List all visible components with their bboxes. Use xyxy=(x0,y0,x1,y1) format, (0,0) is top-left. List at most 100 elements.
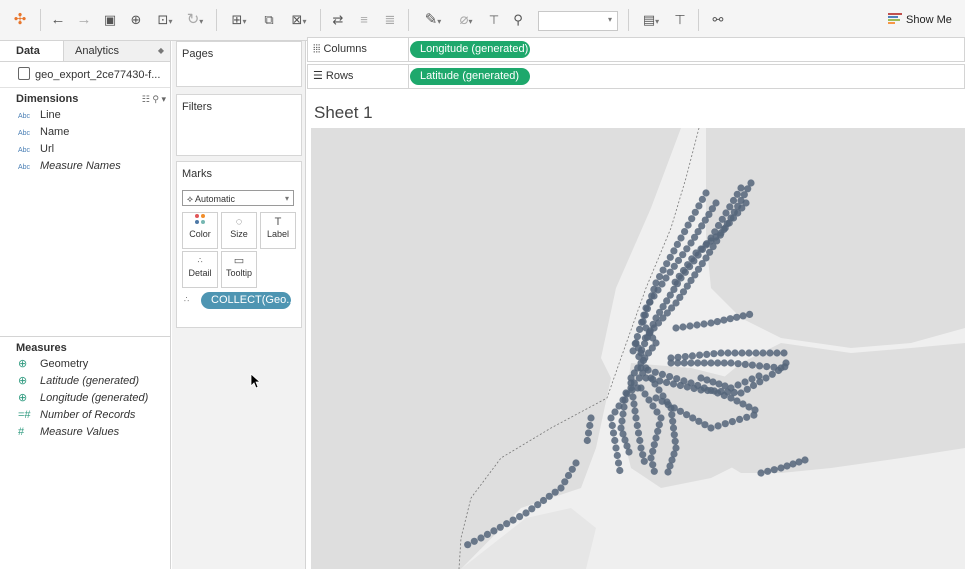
station-mark[interactable] xyxy=(749,381,758,390)
station-mark[interactable] xyxy=(631,407,639,415)
station-mark[interactable] xyxy=(674,359,682,367)
station-mark[interactable] xyxy=(641,390,649,398)
station-mark[interactable] xyxy=(618,417,626,425)
station-mark[interactable] xyxy=(641,311,649,319)
station-mark[interactable] xyxy=(666,268,674,276)
station-mark[interactable] xyxy=(647,454,655,462)
station-mark[interactable] xyxy=(464,541,472,549)
station-mark[interactable] xyxy=(683,245,691,253)
station-mark[interactable] xyxy=(657,414,665,422)
station-mark[interactable] xyxy=(639,356,648,365)
station-mark[interactable] xyxy=(762,374,770,382)
station-mark[interactable] xyxy=(713,318,721,326)
station-mark[interactable] xyxy=(714,359,722,367)
station-mark[interactable] xyxy=(681,353,689,361)
measure-field-number-of-records[interactable]: =# Number of Records xyxy=(0,407,170,424)
station-mark[interactable] xyxy=(650,441,658,449)
station-mark[interactable] xyxy=(737,389,745,397)
station-mark[interactable] xyxy=(612,444,620,452)
station-mark[interactable] xyxy=(704,386,712,395)
station-mark[interactable] xyxy=(695,202,703,210)
station-mark[interactable] xyxy=(768,370,776,378)
station-mark[interactable] xyxy=(647,374,655,382)
station-mark[interactable] xyxy=(669,417,677,425)
station-mark[interactable] xyxy=(676,407,684,415)
station-mark[interactable] xyxy=(614,459,623,467)
station-mark[interactable] xyxy=(707,319,715,327)
station-mark[interactable] xyxy=(687,359,695,367)
station-mark[interactable] xyxy=(539,496,548,505)
station-mark[interactable] xyxy=(652,394,660,402)
station-mark[interactable] xyxy=(670,431,678,439)
station-mark[interactable] xyxy=(683,383,691,391)
collect-geometry-pill[interactable]: COLLECT(Geo.. xyxy=(201,292,291,309)
station-mark[interactable] xyxy=(729,196,738,205)
station-mark[interactable] xyxy=(679,266,688,275)
station-mark[interactable] xyxy=(583,436,591,445)
station-mark[interactable] xyxy=(649,461,657,469)
station-mark[interactable] xyxy=(689,414,697,422)
station-mark[interactable] xyxy=(651,380,659,388)
station-mark[interactable] xyxy=(568,465,576,473)
station-mark[interactable] xyxy=(780,349,788,357)
station-mark[interactable] xyxy=(764,467,772,475)
station-mark[interactable] xyxy=(737,184,745,192)
map-view[interactable] xyxy=(311,128,965,569)
dimension-field-url[interactable]: Abc Url xyxy=(0,141,170,158)
station-mark[interactable] xyxy=(720,359,728,367)
station-mark[interactable] xyxy=(707,359,715,367)
dimension-field-line[interactable]: Abc Line xyxy=(0,107,170,124)
chevron-down-icon[interactable]: ▾ xyxy=(161,94,166,104)
station-mark[interactable] xyxy=(756,362,764,370)
station-mark[interactable] xyxy=(688,352,696,360)
station-mark[interactable] xyxy=(736,415,744,423)
share-icon[interactable]: ⚯ xyxy=(708,9,728,31)
filters-card[interactable]: Filters xyxy=(176,94,302,156)
group-icon[interactable]: ⌀▾ xyxy=(452,9,480,31)
station-mark[interactable] xyxy=(686,322,694,330)
station-mark[interactable] xyxy=(516,513,524,521)
station-mark[interactable] xyxy=(659,266,667,274)
station-mark[interactable] xyxy=(643,305,651,313)
station-mark[interactable] xyxy=(664,468,672,476)
station-mark[interactable] xyxy=(720,316,728,324)
station-mark[interactable] xyxy=(714,422,722,430)
mark-type-select[interactable]: ⟡ Automatic ▾ xyxy=(182,190,294,206)
station-mark[interactable] xyxy=(630,400,638,408)
station-mark[interactable] xyxy=(688,215,696,223)
station-mark[interactable] xyxy=(483,530,491,538)
station-mark[interactable] xyxy=(637,349,645,357)
station-mark[interactable] xyxy=(656,273,664,281)
station-mark[interactable] xyxy=(697,386,705,394)
detail-button[interactable]: ∴ Detail xyxy=(182,251,218,288)
station-mark[interactable] xyxy=(645,396,653,404)
color-button[interactable]: Color xyxy=(182,212,218,249)
station-mark[interactable] xyxy=(693,321,701,329)
station-mark[interactable] xyxy=(655,386,663,394)
highlight-icon[interactable]: ✎▾ xyxy=(418,9,448,31)
station-mark[interactable] xyxy=(639,318,647,326)
station-mark[interactable] xyxy=(734,381,742,389)
sheet-title[interactable]: Sheet 1 xyxy=(314,103,373,123)
pages-card[interactable]: Pages xyxy=(176,41,302,87)
station-mark[interactable] xyxy=(692,249,700,257)
station-mark[interactable] xyxy=(755,372,763,380)
station-mark[interactable] xyxy=(608,421,616,430)
station-mark[interactable] xyxy=(664,401,672,409)
station-mark[interactable] xyxy=(654,427,662,435)
station-mark[interactable] xyxy=(694,359,702,367)
station-mark[interactable] xyxy=(648,292,656,300)
station-mark[interactable] xyxy=(745,349,753,357)
tableau-logo-icon[interactable]: ✣ xyxy=(10,9,30,31)
station-mark[interactable] xyxy=(724,349,732,357)
station-mark[interactable] xyxy=(691,208,699,216)
station-mark[interactable] xyxy=(773,349,781,357)
station-mark[interactable] xyxy=(671,278,679,286)
dimension-field-name[interactable]: Abc Name xyxy=(0,124,170,141)
station-mark[interactable] xyxy=(710,350,718,358)
station-mark[interactable] xyxy=(781,363,789,371)
station-mark[interactable] xyxy=(611,436,619,445)
station-mark[interactable] xyxy=(701,421,709,429)
rows-shelf[interactable]: ☰ Rows Latitude (generated) xyxy=(307,64,965,89)
measure-field-measure-values[interactable]: # Measure Values xyxy=(0,424,170,441)
